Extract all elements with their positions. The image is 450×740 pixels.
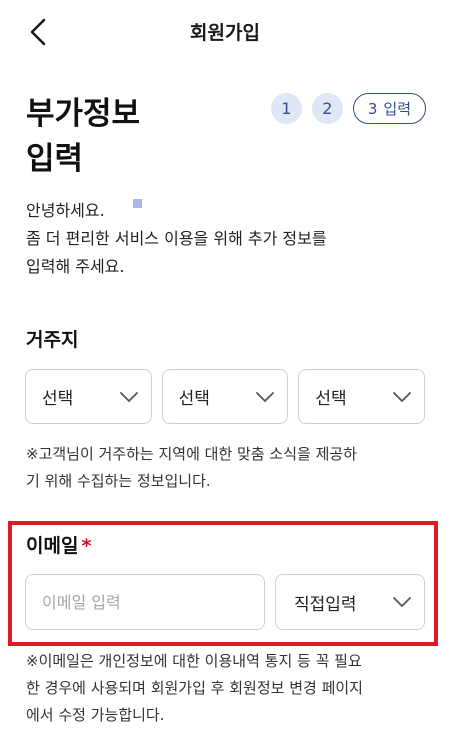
email-domain-select[interactable]: 직접입력	[275, 574, 425, 630]
residence-select-2-value: 선택	[178, 389, 210, 409]
residence-note: ※고객님이 거주하는 지역에 대한 맞춤 소식을 제공하 기 위해 수집하는 정…	[26, 441, 426, 495]
step-3-current: 3 입력	[352, 93, 426, 124]
email-label-text: 이메일	[26, 535, 79, 557]
step-2: 2	[311, 93, 343, 124]
page-title-line1: 부가정보	[26, 96, 141, 132]
page-title: 부가정보 입력	[26, 92, 236, 182]
chevron-down-icon	[393, 597, 411, 607]
step-1: 1	[270, 93, 302, 124]
email-note-line1: ※이메일은 개인정보에 대한 이용내역 통지 등 꼭 필요	[26, 652, 362, 670]
residence-label: 거주지	[26, 329, 79, 351]
residence-select-1-value: 선택	[42, 389, 74, 409]
chevron-down-icon	[393, 391, 411, 402]
decorative-square-icon	[132, 199, 142, 208]
residence-note-line1: ※고객님이 거주하는 지역에 대한 맞춤 소식을 제공하	[26, 445, 357, 463]
intro-line-3: 입력해 주세요.	[26, 257, 125, 276]
intro-line-2: 좀 더 편리한 서비스 이용을 위해 추가 정보를	[26, 229, 327, 248]
email-note-line3: 에서 수정 가능합니다.	[26, 706, 165, 724]
residence-select-1[interactable]: 선택	[25, 369, 152, 424]
residence-select-2[interactable]: 선택	[161, 369, 289, 424]
step-3-number: 3	[367, 99, 378, 118]
residence-select-3-value: 선택	[315, 389, 347, 409]
greeting-text: 안녕하세요.	[26, 201, 105, 220]
app-header: 회원가입	[0, 0, 450, 64]
chevron-down-icon	[119, 391, 138, 402]
step-indicator: 1 2 3 입력	[270, 93, 426, 124]
greeting-line: 안녕하세요.	[26, 197, 426, 225]
residence-select-row: 선택 선택 선택	[25, 369, 426, 424]
email-note: ※이메일은 개인정보에 대한 이용내역 통지 등 꼭 필요 한 경우에 사용되며…	[26, 648, 426, 729]
intro-text: 안녕하세요. 좀 더 편리한 서비스 이용을 위해 추가 정보를 입력해 주세요…	[26, 197, 426, 281]
email-input[interactable]	[25, 574, 265, 630]
chevron-down-icon	[256, 391, 275, 402]
page-title-line2: 입력	[26, 141, 84, 177]
required-mark: *	[81, 535, 92, 557]
residence-note-line2: 기 위해 수집하는 정보입니다.	[26, 472, 211, 490]
email-label: 이메일 *	[26, 531, 91, 558]
email-note-line2: 한 경우에 사용되며 회원가입 후 회원정보 변경 페이지	[26, 679, 363, 697]
residence-select-3[interactable]: 선택	[298, 369, 426, 424]
step-3-label: 입력	[383, 100, 411, 118]
header-title: 회원가입	[190, 22, 260, 44]
email-domain-value: 직접입력	[294, 594, 357, 615]
